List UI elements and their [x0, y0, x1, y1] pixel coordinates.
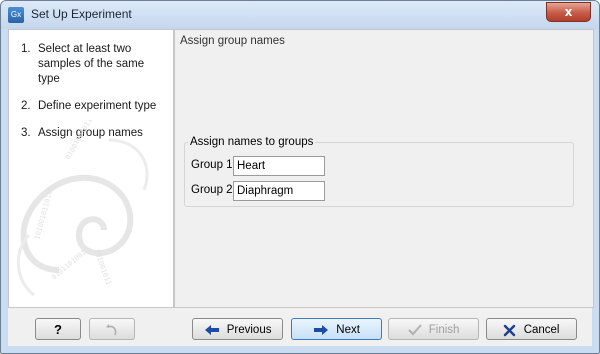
window-title: Set Up Experiment	[31, 7, 132, 21]
finish-button-label: Finish	[428, 324, 460, 336]
arrow-right-icon	[314, 325, 329, 335]
step-number: 2.	[21, 100, 31, 112]
step-content-title: Assign group names	[180, 35, 285, 47]
svg-text:0101101001: 0101101001	[50, 248, 87, 281]
step-label: Select at least two samples of the same …	[38, 43, 145, 85]
dialog-window: Gx Set Up Experiment x 1. Select at leas…	[0, 0, 600, 354]
group-1-name-input[interactable]: Heart	[233, 156, 325, 176]
svg-text:01001001011: 01001001011	[64, 120, 94, 161]
app-icon: Gx	[8, 7, 24, 23]
help-button[interactable]: ?	[35, 318, 81, 340]
arrow-left-icon	[204, 325, 219, 335]
cancel-button-label: Cancel	[523, 324, 560, 336]
wizard-steps-panel: 1. Select at least two samples of the sa…	[8, 29, 174, 308]
step-number: 1.	[21, 43, 31, 55]
step-content-panel: Assign group names Assign names to group…	[174, 29, 594, 308]
reset-button[interactable]	[89, 318, 135, 340]
next-button[interactable]: Next	[291, 318, 382, 340]
help-icon: ?	[54, 322, 62, 337]
previous-button-label: Previous	[226, 324, 272, 336]
wizard-step-1: 1. Select at least two samples of the sa…	[9, 42, 173, 87]
groupbox-title: Assign names to groups	[190, 136, 314, 148]
spiral-watermark: 01001001011 1010010110100 101001011 0101…	[16, 120, 149, 297]
next-button-label: Next	[336, 324, 360, 336]
svg-text:1010010110100: 1010010110100	[33, 186, 55, 241]
step-label: Define experiment type	[38, 100, 157, 112]
group-2-label: Group 2	[191, 184, 233, 196]
cancel-button[interactable]: Cancel	[486, 318, 577, 340]
close-icon: x	[564, 5, 573, 19]
title-bar[interactable]: Gx Set Up Experiment x	[1, 1, 599, 29]
wizard-step-2: 2. Define experiment type	[9, 99, 173, 114]
previous-button[interactable]: Previous	[192, 318, 283, 340]
group-1-label: Group 1	[191, 159, 233, 171]
finish-button[interactable]: Finish	[388, 318, 479, 340]
group-2-name-input[interactable]: Diaphragm	[233, 181, 325, 201]
undo-icon	[106, 323, 117, 336]
cancel-x-icon	[504, 324, 516, 336]
close-button[interactable]: x	[546, 2, 591, 22]
checkmark-icon	[407, 324, 422, 336]
dialog-body: 1. Select at least two samples of the sa…	[8, 29, 594, 346]
assign-names-groupbox: Assign names to groups Group 1 Heart Gro…	[184, 136, 574, 207]
